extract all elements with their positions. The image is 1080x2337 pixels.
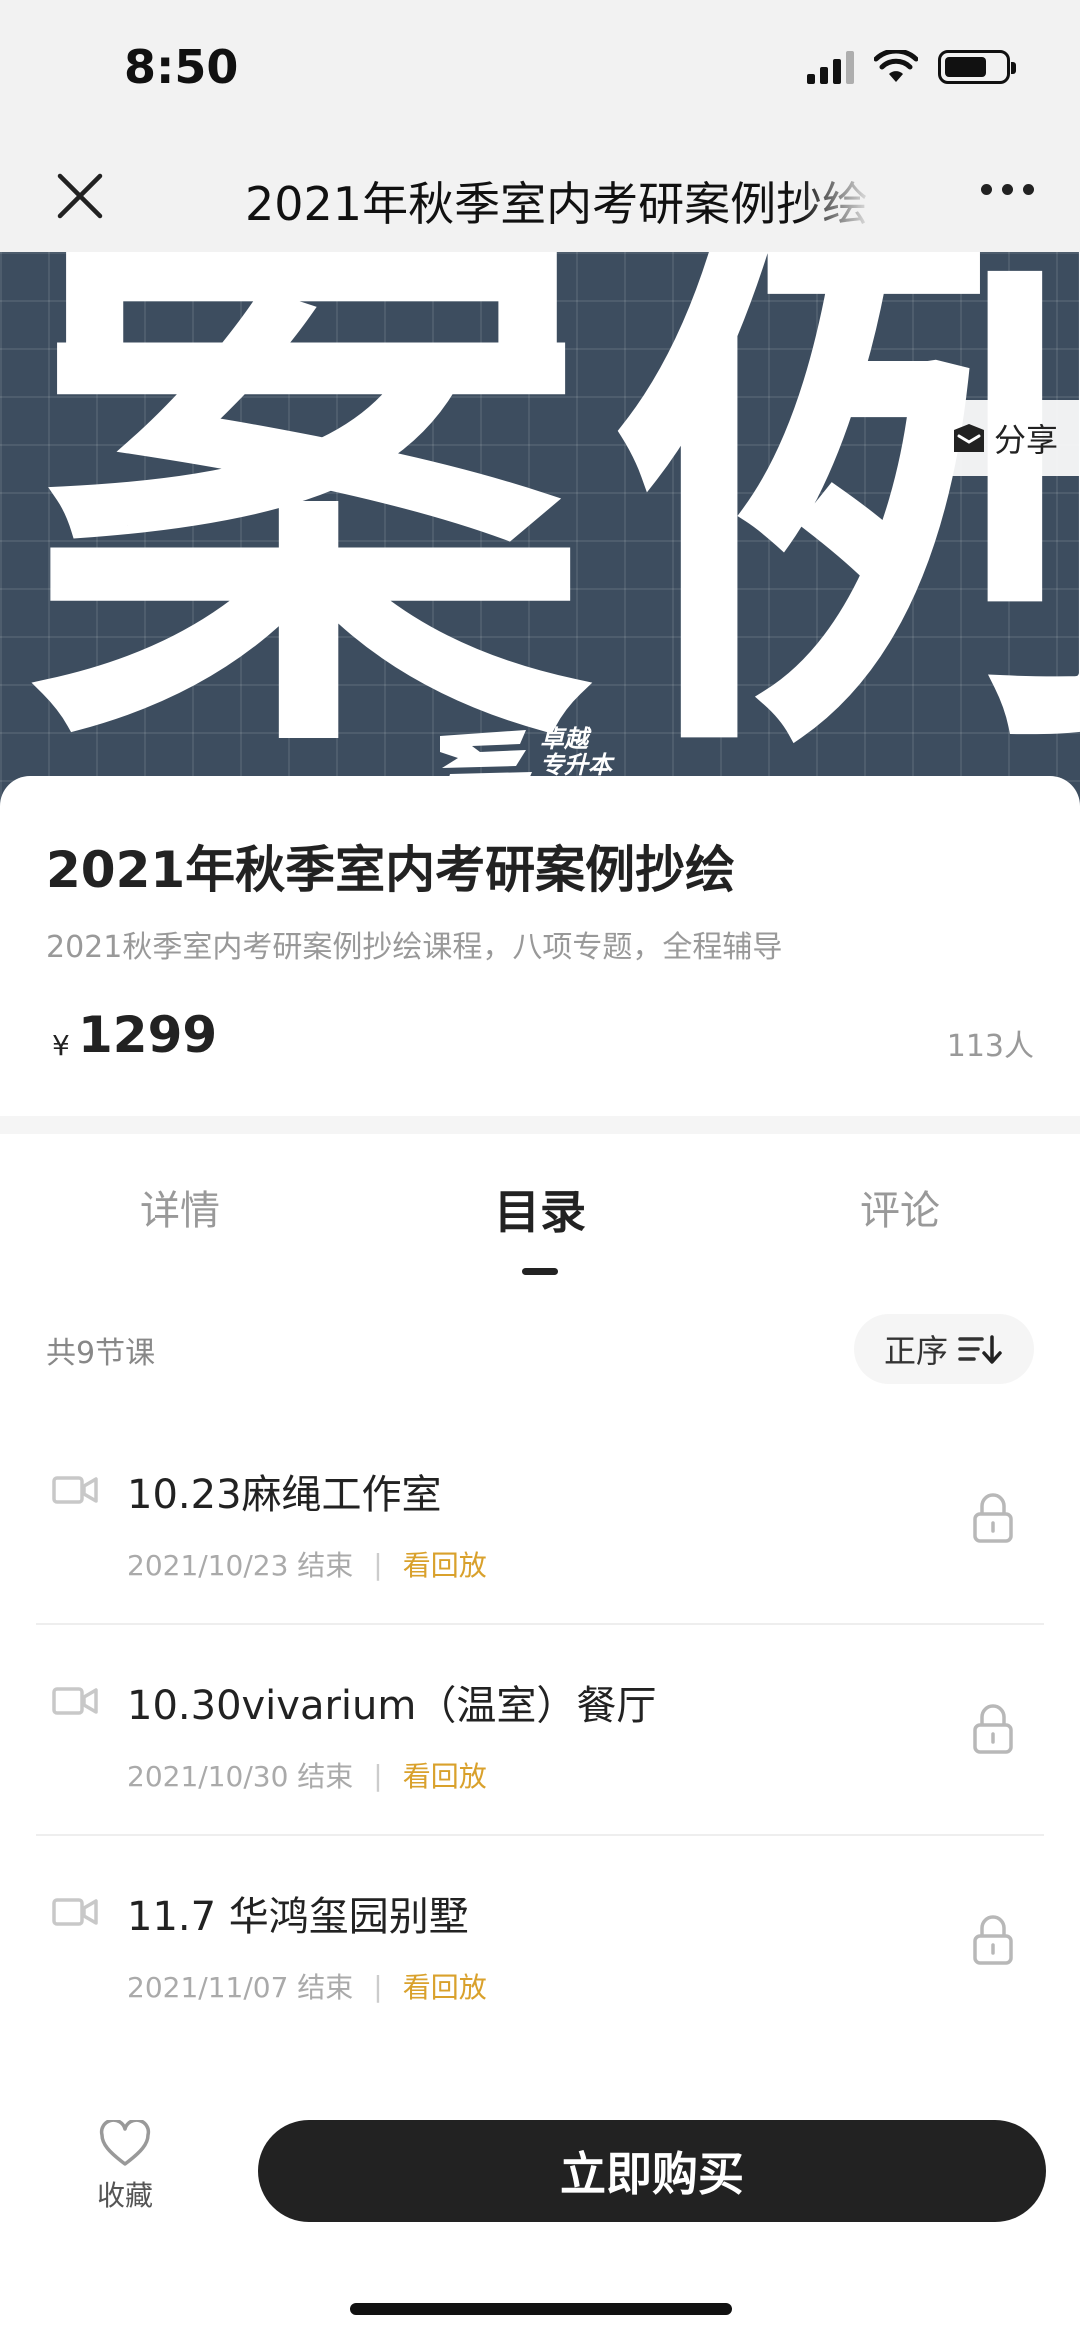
- close-icon[interactable]: [52, 168, 108, 224]
- heart-icon: [99, 2118, 151, 2166]
- share-button[interactable]: 分享: [910, 400, 1080, 476]
- product-info-card: 2021年秋季室内考研案例抄绘 2021秋季室内考研案例抄绘课程，八项专题，全程…: [0, 776, 1080, 1116]
- lesson-separator: |: [373, 1547, 383, 1581]
- cellular-signal-icon: [807, 50, 854, 84]
- tab-bar: 详情 目录 评论: [0, 1134, 1080, 1284]
- tab-reviews[interactable]: 评论: [860, 1178, 940, 1236]
- product-subtitle: 2021秋季室内考研案例抄绘课程，八项专题，全程辅导: [46, 930, 783, 965]
- lesson-title: 10.30vivarium（温室）餐厅: [127, 1683, 657, 1729]
- buy-now-button[interactable]: 立即购买: [258, 2120, 1046, 2222]
- lesson-item[interactable]: 10.23麻绳工作室 2021/10/23 结束 | 看回放: [0, 1412, 1080, 1623]
- home-indicator: [350, 2303, 732, 2315]
- course-banner: 案例 卓越 专升本: [0, 252, 1080, 812]
- lesson-separator: |: [373, 1758, 383, 1792]
- sort-ascending-icon: [958, 1335, 1002, 1364]
- wifi-icon: [874, 50, 918, 82]
- lesson-item[interactable]: 10.30vivarium（温室）餐厅 2021/10/30 结束 | 看回放: [0, 1623, 1080, 1834]
- brand-logo-text: 卓越 专升本: [540, 725, 612, 779]
- sort-button[interactable]: 正序: [854, 1314, 1034, 1384]
- battery-icon: [938, 50, 1016, 84]
- video-icon: [52, 1687, 98, 1715]
- tab-catalog[interactable]: 目录: [494, 1176, 586, 1242]
- price-currency: ¥: [52, 1029, 70, 1062]
- lesson-meta: 2021/10/23 结束 | 看回放: [127, 1544, 487, 1584]
- lock-icon: [973, 1493, 1013, 1543]
- share-label: 分享: [994, 421, 1059, 459]
- lesson-item[interactable]: 11.7 华鸿玺园别墅 2021/11/07 结束 | 看回放: [0, 1834, 1080, 2045]
- lesson-date: 2021/11/07 结束: [127, 1971, 354, 2004]
- section-divider: [0, 1116, 1080, 1134]
- nav-title: 2021年秋季室内考研案例抄绘: [245, 177, 869, 231]
- lesson-date: 2021/10/23 结束: [127, 1549, 354, 1582]
- active-tab-indicator: [522, 1268, 558, 1275]
- lesson-date: 2021/10/30 结束: [127, 1760, 354, 1793]
- replay-link[interactable]: 看回放: [403, 1544, 487, 1584]
- lesson-meta: 2021/11/07 结束 | 看回放: [127, 1966, 487, 2006]
- lesson-title: 10.23麻绳工作室: [127, 1472, 442, 1518]
- status-bar: 8:50: [0, 0, 1080, 140]
- lock-icon: [973, 1915, 1013, 1965]
- favorite-label: 收藏: [96, 2179, 153, 2212]
- status-icons: [807, 50, 1016, 84]
- bottom-action-bar: 收藏 立即购买: [0, 2060, 1080, 2337]
- lesson-meta: 2021/10/30 结束 | 看回放: [127, 1755, 487, 1795]
- price-value: 1299: [78, 1006, 218, 1064]
- share-icon: [954, 424, 984, 452]
- replay-link[interactable]: 看回放: [403, 1755, 487, 1795]
- lesson-count: 共9节课: [46, 1336, 156, 1371]
- tab-details[interactable]: 详情: [140, 1178, 220, 1236]
- video-icon: [52, 1476, 98, 1504]
- banner-headline: 案例: [30, 252, 1080, 812]
- lesson-list: 10.23麻绳工作室 2021/10/23 结束 | 看回放 10.30viva…: [0, 1412, 1080, 2045]
- lesson-separator: |: [373, 1969, 383, 2003]
- sort-label: 正序: [883, 1332, 948, 1370]
- more-icon[interactable]: [981, 184, 1034, 195]
- video-icon: [52, 1898, 98, 1926]
- favorite-button[interactable]: 收藏: [88, 2118, 162, 2214]
- replay-link[interactable]: 看回放: [403, 1966, 487, 2006]
- enrolled-count: 113人: [946, 1029, 1034, 1064]
- lock-icon: [973, 1704, 1013, 1754]
- lesson-title: 11.7 华鸿玺园别墅: [127, 1894, 469, 1940]
- nav-bar: 2021年秋季室内考研案例抄绘: [0, 140, 1080, 252]
- product-title: 2021年秋季室内考研案例抄绘: [46, 841, 736, 899]
- status-time: 8:50: [124, 40, 239, 94]
